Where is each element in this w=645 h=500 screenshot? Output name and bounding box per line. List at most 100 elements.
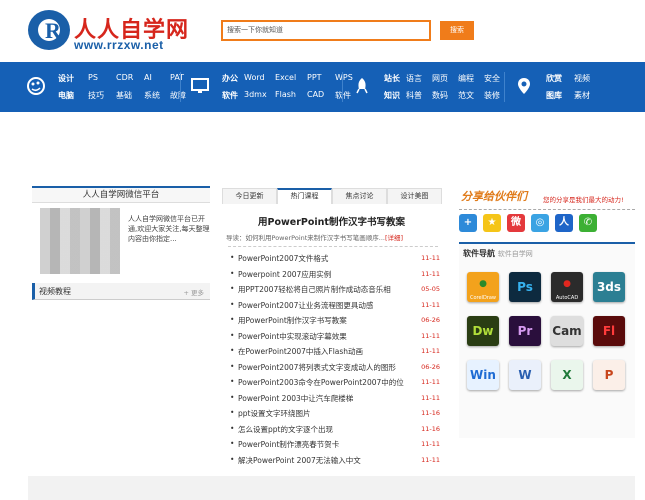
photoshop-icon[interactable]: Ps: [509, 272, 541, 302]
nav-link[interactable]: CAD: [307, 90, 324, 99]
article-title[interactable]: PowerPoint中实现滚动字幕效果: [238, 331, 418, 342]
wechat-icon[interactable]: ✆: [579, 214, 597, 232]
nav-link[interactable]: 图库: [546, 90, 562, 101]
article-list-item[interactable]: • 用PowerPoint制作汉字书写教案 06-26: [228, 314, 440, 330]
article-list-item[interactable]: • PowerPoint中实现滚动字幕效果 11-11: [228, 330, 440, 346]
nav-link[interactable]: 科普: [406, 90, 422, 101]
video-tutorial-title[interactable]: 视频教程: [39, 286, 71, 297]
nav-link[interactable]: WPS: [335, 73, 353, 82]
premiere-icon[interactable]: Pr: [509, 316, 541, 346]
nav-separator: [180, 72, 181, 102]
nav-link[interactable]: Word: [244, 73, 265, 82]
video-camera-icon[interactable]: Cam: [551, 316, 583, 346]
featured-article-title[interactable]: 用PowerPoint制作汉字书写教案: [222, 214, 441, 228]
tab-1[interactable]: 热门课程: [277, 188, 332, 204]
search-input[interactable]: 搜索一下你就知道: [221, 20, 431, 41]
article-list-item[interactable]: • ppt设置文字环绕图片 11-16: [228, 407, 440, 423]
article-title[interactable]: 怎么设置ppt的文字逐个出现: [238, 424, 418, 435]
video-tutorial-header: 视频教程 + 更多: [32, 283, 210, 300]
excel-icon[interactable]: X: [551, 360, 583, 390]
article-detail-link[interactable]: [详细]: [385, 234, 403, 242]
nav-link[interactable]: 编程: [458, 73, 474, 84]
nav-link[interactable]: 站长: [384, 73, 400, 84]
plus-share-icon[interactable]: +: [459, 214, 477, 232]
nav-link[interactable]: 装修: [484, 90, 500, 101]
article-title[interactable]: 用PPT2007轻松将自己照片制作成动态音乐相: [238, 284, 418, 295]
bullet: •: [230, 330, 235, 340]
nav-link[interactable]: 数码: [432, 90, 448, 101]
3dsmax-icon[interactable]: 3ds: [593, 272, 625, 302]
article-title[interactable]: PowerPoint2007将列表式文字变成动人的图形: [238, 362, 418, 373]
powerpoint-icon[interactable]: P: [593, 360, 625, 390]
flash-icon[interactable]: Fl: [593, 316, 625, 346]
nav-link[interactable]: CDR: [116, 73, 133, 82]
article-list-item[interactable]: • PowerPoint2007文件格式 11-11: [228, 252, 440, 268]
nav-link[interactable]: 电脑: [58, 90, 74, 101]
nav-link[interactable]: Flash: [275, 90, 296, 99]
nav-link[interactable]: 技巧: [88, 90, 104, 101]
nav-link[interactable]: PPT: [307, 73, 322, 82]
nav-link[interactable]: 素材: [574, 90, 590, 101]
nav-link[interactable]: 软件: [335, 90, 351, 101]
weibo-icon[interactable]: 微: [507, 214, 525, 232]
article-list-item[interactable]: • 在PowerPoint2007中插入Flash动画 11-11: [228, 345, 440, 361]
article-list-item[interactable]: • 解决PowerPoint 2007无法输入中文 11-11: [228, 454, 440, 470]
nav-link[interactable]: 系统: [144, 90, 160, 101]
word-icon[interactable]: W: [509, 360, 541, 390]
nav-link[interactable]: 故障: [170, 90, 186, 101]
course-panel: 今日更新 热门课程 焦点讨论 设计美图 用PowerPoint制作汉字书写教案 导读：…: [222, 188, 442, 465]
site-logo[interactable]: R 人人自学网 www.rrzxw.net: [28, 10, 188, 54]
article-title[interactable]: PowerPoint2007让业务流程图更具动感: [238, 300, 418, 311]
share-banner: 分享给伙伴们 您的分享是我们最大的动力!: [459, 184, 635, 210]
article-title[interactable]: 解决PowerPoint 2007无法输入中文: [238, 455, 418, 466]
article-date: 11-11: [421, 331, 440, 340]
nav-link[interactable]: PAT: [170, 73, 184, 82]
article-title[interactable]: ppt设置文字环绕图片: [238, 408, 418, 419]
nav-link[interactable]: 语言: [406, 73, 422, 84]
nav-link[interactable]: 设计: [58, 73, 74, 84]
article-title[interactable]: Powerpoint 2007应用实例: [238, 269, 418, 280]
nav-link[interactable]: 欣赏: [546, 73, 562, 84]
bullet: •: [230, 408, 235, 417]
footer-strip: [28, 476, 635, 500]
article-title[interactable]: PowerPoint制作漂亮春节贺卡: [238, 439, 418, 450]
tencent-weibo-icon[interactable]: ◎: [531, 214, 549, 232]
nav-link[interactable]: 软件: [222, 90, 238, 101]
article-title[interactable]: 用PowerPoint制作汉字书写教案: [238, 315, 418, 326]
autocad-icon[interactable]: ● AutoCAD: [551, 272, 583, 302]
course-tabs: 今日更新 热门课程 焦点讨论 设计美图: [222, 188, 442, 204]
article-title[interactable]: PowerPoint 2003中让汽车爬楼梯: [238, 393, 418, 404]
dreamweaver-icon[interactable]: Dw: [467, 316, 499, 346]
nav-link[interactable]: 知识: [384, 90, 400, 101]
article-list-item[interactable]: • Powerpoint 2007应用实例 11-11: [228, 268, 440, 284]
tab-2[interactable]: 焦点讨论: [332, 188, 387, 204]
article-list-item[interactable]: • PowerPoint制作漂亮春节贺卡 11-11: [228, 438, 440, 454]
article-list-item[interactable]: • PowerPoint2003命令在PowerPoint2007中的位 11-11: [228, 376, 440, 392]
tab-0[interactable]: 今日更新: [222, 188, 277, 204]
nav-link[interactable]: 3dmx: [244, 90, 267, 99]
nav-link[interactable]: 基础: [116, 90, 132, 101]
article-title[interactable]: PowerPoint2003命令在PowerPoint2007中的位: [238, 377, 418, 388]
nav-link[interactable]: 网页: [432, 73, 448, 84]
windows-icon[interactable]: Win: [467, 360, 499, 390]
article-list-item[interactable]: • PowerPoint2007让业务流程图更具动感 11-11: [228, 299, 440, 315]
coreldraw-icon[interactable]: ● CorelDraw: [467, 272, 499, 302]
article-title[interactable]: PowerPoint2007文件格式: [238, 253, 418, 264]
qzone-icon[interactable]: ★: [483, 214, 501, 232]
nav-link[interactable]: 范文: [458, 90, 474, 101]
nav-link[interactable]: 视频: [574, 73, 590, 84]
nav-link[interactable]: 办公: [222, 73, 238, 84]
tab-3[interactable]: 设计美图: [387, 188, 442, 204]
article-title[interactable]: 在PowerPoint2007中插入Flash动画: [238, 346, 418, 357]
article-list-item[interactable]: • PowerPoint2007将列表式文字变成动人的图形 06-26: [228, 361, 440, 377]
search-button[interactable]: 搜索: [440, 21, 474, 40]
article-list-item[interactable]: • 用PPT2007轻松将自己照片制作成动态音乐相 05-05: [228, 283, 440, 299]
nav-link[interactable]: AI: [144, 73, 152, 82]
article-list-item[interactable]: • 怎么设置ppt的文字逐个出现 11-16: [228, 423, 440, 439]
nav-link[interactable]: 安全: [484, 73, 500, 84]
nav-link[interactable]: PS: [88, 73, 98, 82]
nav-link[interactable]: Excel: [275, 73, 296, 82]
renren-icon[interactable]: 人: [555, 214, 573, 232]
video-more-link[interactable]: + 更多: [183, 287, 204, 297]
article-list-item[interactable]: • PowerPoint 2003中让汽车爬楼梯 11-11: [228, 392, 440, 408]
